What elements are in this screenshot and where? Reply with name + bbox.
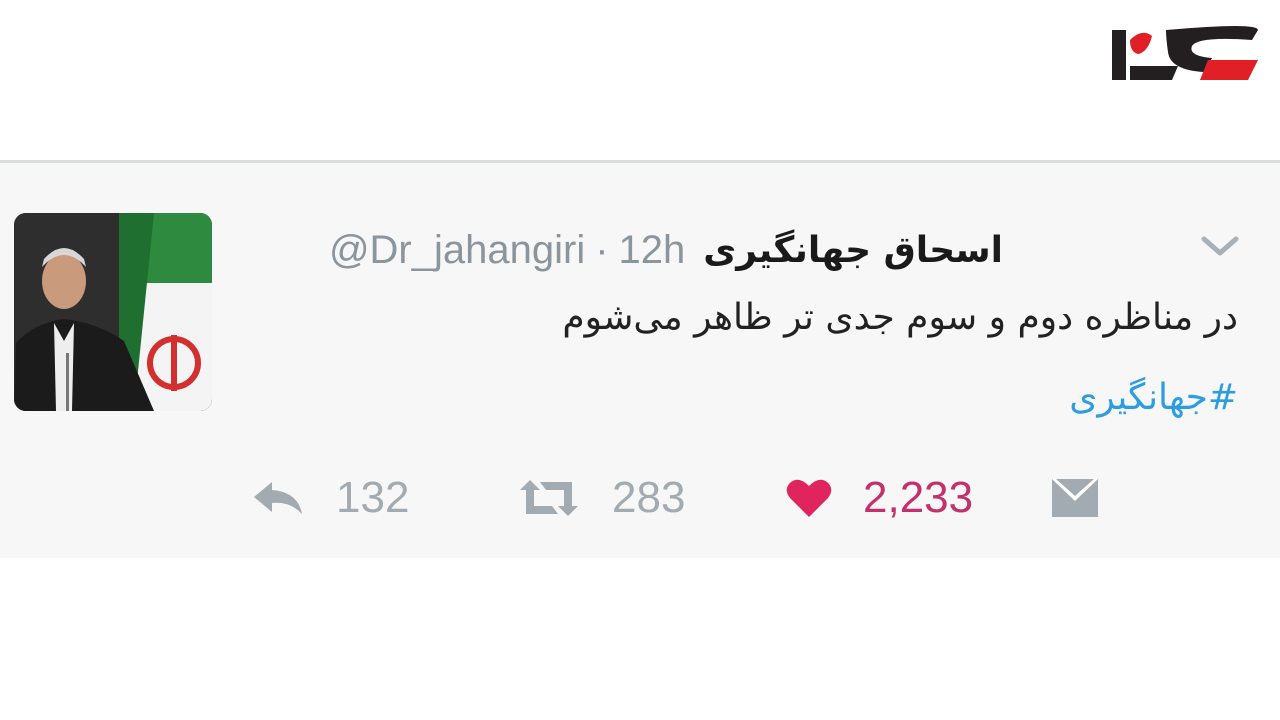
avatar[interactable] [14,213,212,411]
like-count: 2,233 [863,473,974,522]
retweet-button[interactable]: 283 [516,468,685,528]
tweet-actions: 132 283 2,233 [250,468,1150,528]
avatar-photo [14,213,212,411]
retweet-count: 283 [612,473,686,522]
tweet-meta: @Dr_jahangiri · 12h [329,228,685,273]
site-logo[interactable] [1108,22,1264,88]
tweet-card[interactable]: اسحاق جهانگیری @Dr_jahangiri · 12h در من… [0,160,1280,558]
meta-separator: · [595,227,609,272]
tweet-text: در مناظره دوم و سوم جدی تر ظاهر می‌شوم [562,297,1238,338]
tweet-header: اسحاق جهانگیری @Dr_jahangiri · 12h [329,223,1003,277]
retweet-icon [520,480,578,516]
heart-icon [786,479,832,517]
hashtag-link[interactable]: #جهانگیری [1069,373,1238,423]
handle[interactable]: @Dr_jahangiri [329,228,585,273]
direct-message-button[interactable] [1050,468,1100,528]
reply-icon [254,482,302,514]
timestamp[interactable]: 12h [619,228,686,273]
display-name[interactable]: اسحاق جهانگیری [703,230,1003,271]
reply-button[interactable]: 132 [250,468,409,528]
chevron-down-icon[interactable] [1200,233,1240,259]
reply-count: 132 [336,473,410,522]
like-button[interactable]: 2,233 [785,468,973,528]
envelope-icon [1052,479,1098,517]
